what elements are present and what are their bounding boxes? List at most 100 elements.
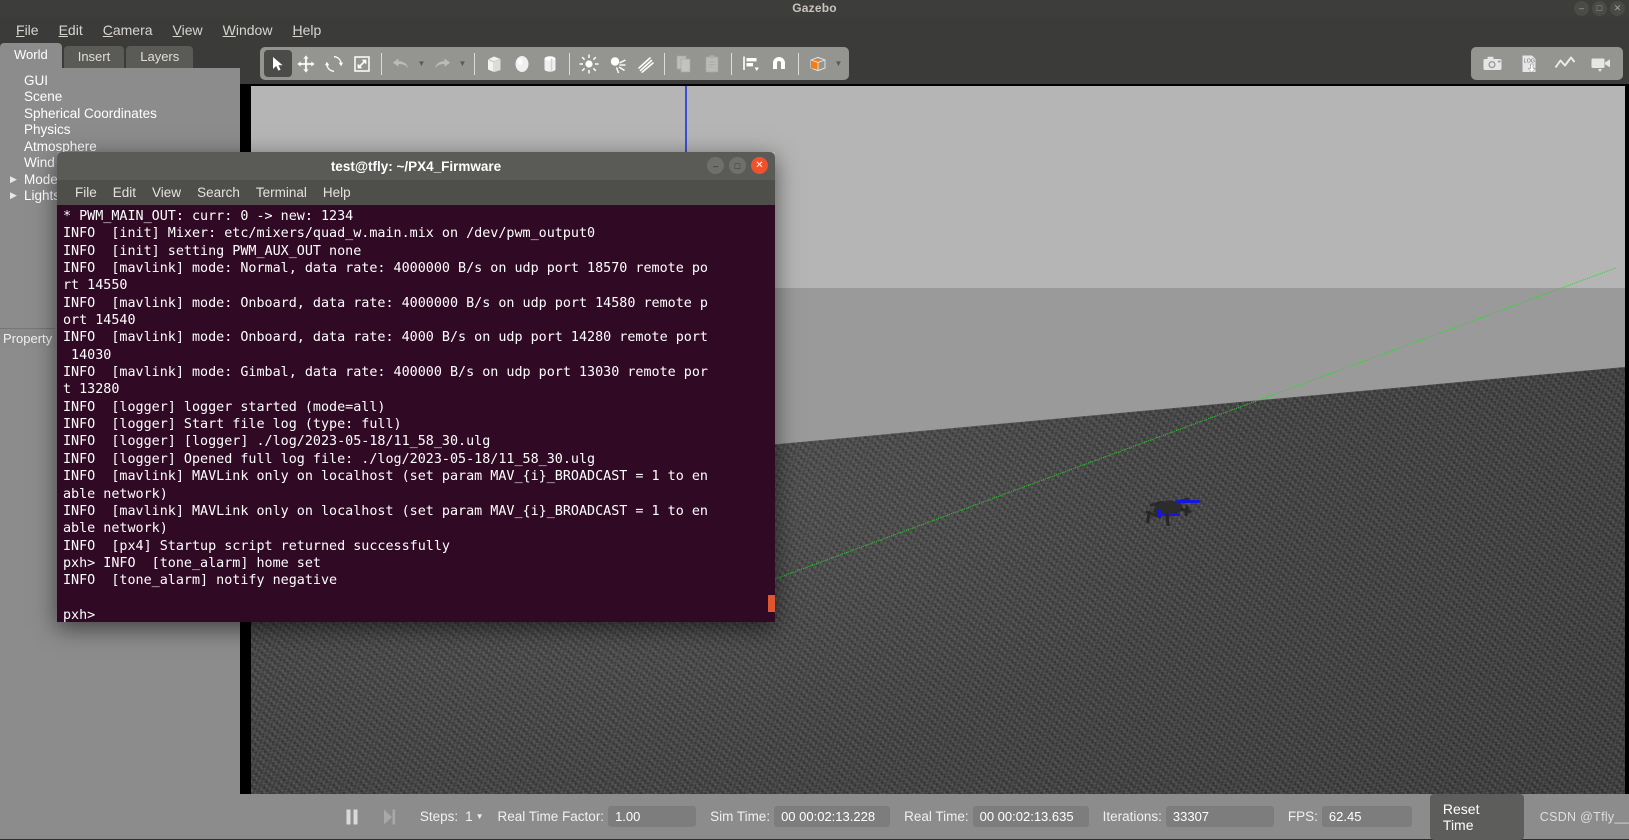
- terminal-line: INFO [init] setting PWM_AUX_OUT none: [63, 243, 362, 259]
- terminal-line: rt 14550: [63, 278, 128, 294]
- tree-item-gui[interactable]: ▶ GUI: [0, 72, 240, 89]
- terminal-cursor: [768, 595, 775, 612]
- terminal-maximize-icon[interactable]: □: [729, 157, 746, 174]
- insert-point-light-button[interactable]: [575, 50, 603, 77]
- terminal-line: INFO [px4] Startup script returned succe…: [63, 538, 450, 554]
- terminal-line-list: * PWM_MAIN_OUT: curr: 0 -> new: 1234 INFO…: [63, 208, 775, 622]
- terminal-window-controls: – □ ✕: [707, 157, 768, 174]
- steps-control[interactable]: Steps: 1 ▼: [406, 809, 484, 824]
- menubar: File Edit Camera View Window Help: [0, 17, 1629, 43]
- insert-cylinder-button[interactable]: [536, 50, 564, 77]
- menu-file[interactable]: File: [6, 20, 49, 40]
- tree-item-scene[interactable]: ▶ Scene: [0, 89, 240, 106]
- tab-layers[interactable]: Layers: [126, 46, 194, 68]
- step-button[interactable]: [377, 804, 402, 830]
- snap-button[interactable]: [765, 50, 793, 77]
- cylinder-icon: [544, 55, 556, 72]
- menu-window[interactable]: Window: [213, 20, 283, 40]
- log-record-button[interactable]: LOG: [1515, 50, 1543, 77]
- terminal-menu-terminal[interactable]: Terminal: [256, 185, 307, 200]
- step-forward-icon: [384, 809, 396, 824]
- fps-value: 62.45: [1321, 806, 1412, 827]
- plot-button[interactable]: [1551, 50, 1579, 77]
- terminal-menu-view[interactable]: View: [152, 185, 181, 200]
- paste-icon: [705, 54, 719, 72]
- terminal-window[interactable]: test@tfly: ~/PX4_Firmware – □ ✕ File Edi…: [57, 152, 775, 622]
- view-angle-dropdown-arrow-icon[interactable]: ▼: [832, 50, 845, 77]
- video-record-button[interactable]: [1587, 50, 1615, 77]
- window-maximize-icon[interactable]: □: [1592, 1, 1607, 16]
- redo-arrow-icon: [434, 58, 451, 68]
- pause-icon: [346, 809, 358, 824]
- terminal-line: t 13280: [63, 382, 120, 398]
- tree-item-physics[interactable]: ▶ Physics: [0, 122, 240, 139]
- terminal-menubar: File Edit View Search Terminal Help: [57, 180, 775, 205]
- terminal-menu-help[interactable]: Help: [323, 185, 351, 200]
- menu-camera[interactable]: Camera: [93, 20, 163, 40]
- select-mode-button[interactable]: [264, 50, 292, 77]
- left-panel-tabs: World Insert Layers: [0, 43, 240, 68]
- insert-box-button[interactable]: [480, 50, 508, 77]
- terminal-line: pxh>: [63, 607, 96, 622]
- align-button[interactable]: [737, 50, 765, 77]
- tree-item-label: Scene: [24, 89, 63, 105]
- terminal-menu-search[interactable]: Search: [197, 185, 240, 200]
- view-cube-icon: [810, 56, 826, 71]
- window-titlebar: Gazebo – □ ✕: [0, 0, 1629, 17]
- drone-model[interactable]: [1136, 491, 1200, 527]
- steps-label: Steps:: [419, 809, 459, 824]
- window-minimize-icon[interactable]: –: [1574, 1, 1589, 16]
- toolbar-right-group: LOG: [1471, 47, 1623, 80]
- terminal-menu-edit[interactable]: Edit: [113, 185, 136, 200]
- tab-world[interactable]: World: [0, 43, 62, 68]
- expand-triangle-icon[interactable]: ▶: [10, 174, 24, 185]
- redo-dropdown-arrow-icon[interactable]: ▼: [456, 50, 469, 77]
- terminal-output[interactable]: * PWM_MAIN_OUT: curr: 0 -> new: 1234 INFO…: [57, 205, 775, 622]
- copy-button[interactable]: [670, 50, 698, 77]
- undo-button[interactable]: [387, 50, 415, 77]
- magnet-snap-icon: [773, 56, 785, 69]
- simulation-statusbar: Steps: 1 ▼ Real Time Factor: 1.00 Sim Ti…: [240, 793, 1629, 840]
- expand-triangle-icon[interactable]: ▶: [10, 190, 24, 201]
- move-arrows-icon: [297, 54, 315, 73]
- toolbar-separator: [798, 52, 799, 75]
- terminal-menu-file[interactable]: File: [75, 185, 97, 200]
- terminal-line: INFO [mavlink] mode: Gimbal, data rate: …: [63, 365, 708, 381]
- screenshot-button[interactable]: [1479, 50, 1507, 77]
- rotate-mode-button[interactable]: [320, 50, 348, 77]
- drone-propeller: [1157, 510, 1162, 517]
- menu-help[interactable]: Help: [282, 20, 331, 40]
- terminal-line: INFO [mavlink] mode: Normal, data rate: …: [63, 261, 708, 277]
- reset-time-button[interactable]: Reset Time: [1429, 793, 1524, 840]
- menu-view[interactable]: View: [163, 20, 213, 40]
- toolbar-separator: [664, 52, 665, 75]
- translate-mode-button[interactable]: [292, 50, 320, 77]
- iterations-value: 33307: [1165, 806, 1274, 827]
- pause-button[interactable]: [340, 804, 365, 830]
- terminal-scrollbar[interactable]: [770, 205, 775, 622]
- gazebo-application-window: Gazebo – □ ✕ File Edit Camera View Windo…: [0, 0, 1629, 840]
- video-camera-icon: [1591, 58, 1610, 72]
- terminal-minimize-icon[interactable]: –: [707, 157, 724, 174]
- insert-sphere-button[interactable]: [508, 50, 536, 77]
- terminal-close-icon[interactable]: ✕: [751, 157, 768, 174]
- directional-light-icon: [638, 56, 654, 73]
- undo-dropdown-arrow-icon[interactable]: ▼: [415, 50, 428, 77]
- tree-item-spherical-coordinates[interactable]: ▶ Spherical Coordinates: [0, 105, 240, 122]
- steps-dropdown-arrow-icon[interactable]: ▼: [476, 812, 484, 821]
- terminal-line: able network): [63, 521, 168, 537]
- drone-propeller: [1160, 513, 1180, 516]
- insert-directional-light-button[interactable]: [631, 50, 659, 77]
- insert-spot-light-button[interactable]: [603, 50, 631, 77]
- terminal-titlebar[interactable]: test@tfly: ~/PX4_Firmware – □ ✕: [57, 152, 775, 180]
- redo-button[interactable]: [428, 50, 456, 77]
- paste-button[interactable]: [698, 50, 726, 77]
- terminal-line: INFO [mavlink] mode: Onboard, data rate:…: [63, 330, 708, 346]
- menu-edit[interactable]: Edit: [49, 20, 93, 40]
- window-close-icon[interactable]: ✕: [1610, 1, 1625, 16]
- terminal-line: INFO [mavlink] mode: Onboard, data rate:…: [63, 295, 708, 311]
- tab-insert[interactable]: Insert: [63, 46, 125, 68]
- scale-mode-button[interactable]: [348, 50, 376, 77]
- view-angle-button[interactable]: [804, 50, 832, 77]
